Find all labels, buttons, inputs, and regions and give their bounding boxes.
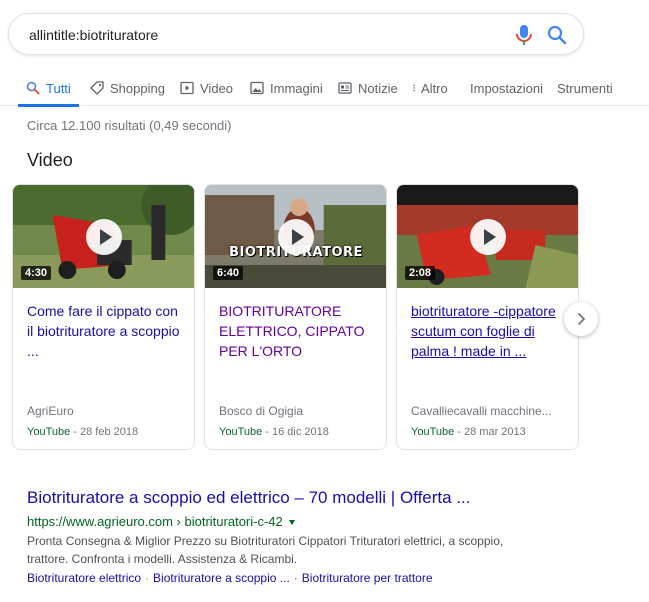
search-input[interactable] [29, 23, 499, 47]
video-card[interactable]: BIOTRITURATORE 6:40 BIOTRITURATORE ELETT… [204, 184, 387, 450]
news-icon [338, 82, 352, 94]
video-channel: Cavalliecavalli macchine... [411, 404, 552, 418]
video-channel: AgriEuro [27, 404, 74, 418]
video-thumbnail[interactable]: 2:08 [397, 185, 578, 288]
video-thumbnail[interactable]: BIOTRITURATORE 6:40 [205, 185, 386, 288]
tab-label: Strumenti [557, 80, 613, 96]
result-sitelinks: Biotrituratore elettrico · Biotrituratore … [27, 571, 433, 585]
video-date: - 28 feb 2018 [70, 426, 139, 438]
caret-down-icon[interactable] [288, 520, 295, 526]
video-meta: YouTube - 28 feb 2018 [27, 426, 138, 438]
tab-label: Notizie [358, 80, 398, 96]
result-url[interactable]: https://www.agrieuro.com › biotriturator… [27, 514, 295, 529]
more-vert-icon [413, 84, 415, 92]
search-icon[interactable] [547, 25, 567, 45]
video-section-heading: Video [27, 150, 73, 170]
tab-label: Altro [421, 80, 448, 96]
sitelink[interactable]: Biotrituratore elettrico [27, 571, 141, 585]
image-icon [250, 81, 264, 95]
sitelink[interactable]: Biotrituratore per trattore [302, 571, 433, 585]
tab-tutti[interactable]: Tutti [18, 70, 79, 107]
tab-label: Tutti [46, 80, 71, 96]
result-title[interactable]: Biotrituratore a scoppio ed elettrico – … [27, 488, 471, 508]
search-tabs: Tutti Shopping Video Immagini Notizie Al… [0, 70, 649, 107]
result-url-text: https://www.agrieuro.com › biotriturator… [27, 514, 283, 529]
video-channel: Bosco di Ogigia [219, 404, 304, 418]
tab-strumenti[interactable]: Strumenti [557, 70, 613, 106]
video-meta: YouTube - 16 dic 2018 [219, 426, 329, 438]
play-icon [277, 218, 314, 255]
tab-shopping[interactable]: Shopping [90, 70, 165, 106]
video-duration: 6:40 [213, 266, 244, 280]
search-box[interactable] [8, 13, 584, 55]
video-meta: YouTube - 28 mar 2013 [411, 426, 526, 438]
tab-label: Shopping [110, 80, 165, 96]
sitelink-separator: · [293, 571, 298, 585]
video-source: YouTube [27, 426, 71, 438]
tab-impostazioni[interactable]: Impostazioni [470, 70, 543, 106]
result-snippet: Pronta Consegna & Miglior Prezzo su Biot… [27, 534, 504, 566]
chevron-right-icon [578, 313, 586, 325]
video-duration: 4:30 [21, 266, 52, 280]
tab-video[interactable]: Video [180, 70, 233, 106]
tab-label: Video [200, 80, 234, 96]
video-card[interactable]: 4:30 Come fare il cippato con il biotrit… [12, 184, 195, 450]
play-icon [469, 218, 506, 255]
video-title[interactable]: biotrituratore -cippatore scutum con fog… [411, 301, 569, 361]
search-icon [26, 81, 40, 95]
sitelink-separator: · [145, 571, 150, 585]
video-thumbnail[interactable]: 4:30 [13, 185, 194, 288]
tab-altro[interactable]: Altro [410, 70, 448, 106]
video-card[interactable]: 2:08 biotrituratore -cippatore scutum co… [396, 184, 579, 450]
play-box-icon [180, 81, 194, 95]
video-date: - 16 dic 2018 [262, 426, 329, 438]
result-stats: Circa 12.100 risultati (0,49 secondi) [27, 118, 232, 133]
tag-icon [90, 81, 104, 95]
video-source: YouTube [411, 426, 455, 438]
tab-label: Impostazioni [470, 80, 543, 96]
play-icon [85, 218, 122, 255]
sitelink[interactable]: Biotrituratore a scoppio ... [153, 571, 290, 585]
tab-label: Immagini [270, 80, 323, 96]
carousel-next-button[interactable] [564, 302, 598, 336]
tab-immagini[interactable]: Immagini [250, 70, 323, 106]
video-date: - 28 mar 2013 [454, 426, 526, 438]
tab-notizie[interactable]: Notizie [338, 70, 398, 106]
video-title[interactable]: BIOTRITURATORE ELETTRICO, CIPPATO PER L'… [219, 301, 377, 361]
video-title[interactable]: Come fare il cippato con il biotriturato… [27, 301, 185, 361]
video-source: YouTube [219, 426, 263, 438]
video-duration: 2:08 [405, 266, 436, 280]
microphone-icon[interactable] [514, 24, 534, 46]
